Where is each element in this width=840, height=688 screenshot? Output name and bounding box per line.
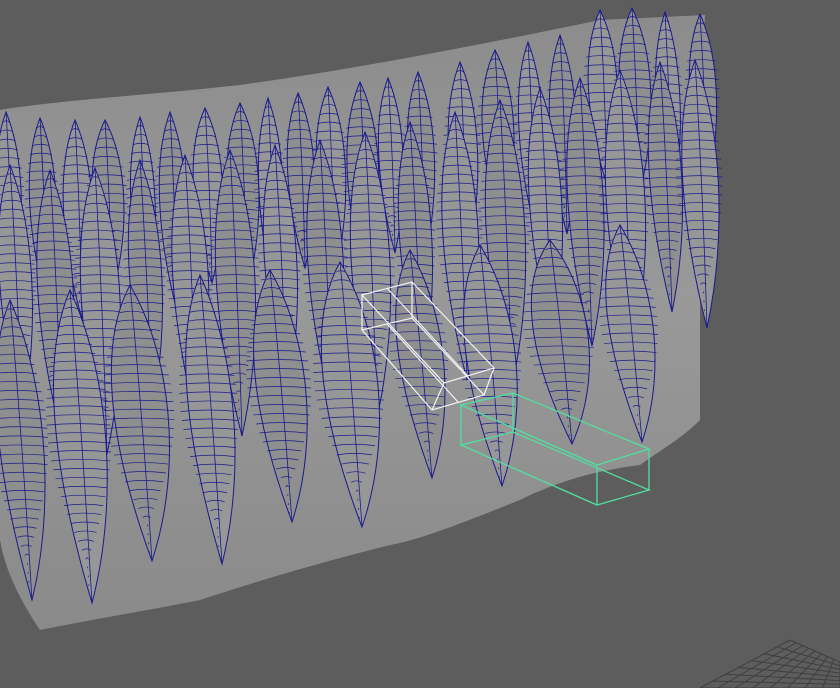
wing-mesh[interactable] [0, 6, 723, 630]
viewport-canvas[interactable] [0, 0, 840, 688]
3d-viewport[interactable] [0, 0, 840, 688]
ground-grid [699, 639, 840, 688]
